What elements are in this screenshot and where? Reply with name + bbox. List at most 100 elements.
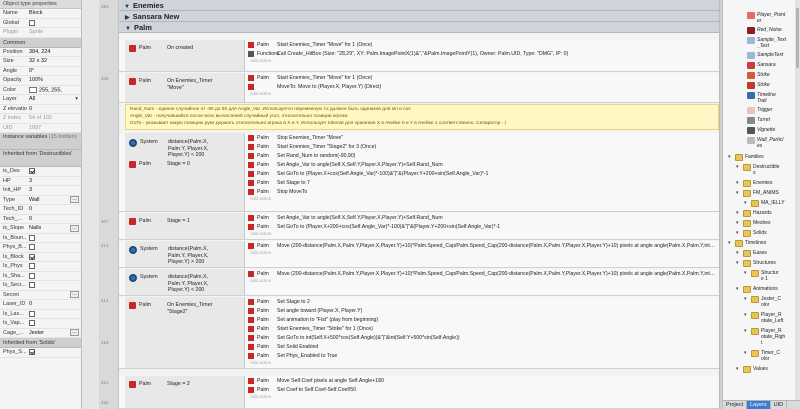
action[interactable]: Palm Set Coef to Self.Coef-Self.Coef/50 bbox=[247, 385, 715, 394]
add-action-link[interactable]: Add action bbox=[247, 250, 715, 258]
condition[interactable]: Palm Stage = 0 bbox=[125, 158, 190, 172]
property-row[interactable]: is_Des bbox=[0, 167, 81, 177]
actions[interactable]: Palm Move (200-distance(Palm.X,Palm.Y,Pla… bbox=[247, 241, 715, 258]
action[interactable]: Palm Set angle toward (Player.X, Player.Y… bbox=[247, 306, 715, 315]
property-row[interactable]: Is_Phys bbox=[0, 262, 81, 272]
conditions[interactable]: Palm Stage = 1 bbox=[125, 213, 245, 239]
property-value[interactable] bbox=[27, 263, 81, 270]
project-item[interactable]: Sansara bbox=[747, 62, 776, 69]
folder-toggle-icon[interactable]: ▾ bbox=[736, 164, 739, 170]
action[interactable]: Palm Start Enemies_Timer "Move" for 1 (On… bbox=[247, 40, 715, 49]
checkbox[interactable] bbox=[29, 272, 35, 279]
folder-toggle-icon[interactable]: ▾ bbox=[736, 366, 739, 372]
checkbox[interactable] bbox=[29, 349, 35, 356]
property-row[interactable]: Laser_ID 0 bbox=[0, 300, 81, 310]
property-value[interactable]: 255, 255, bbox=[27, 86, 81, 93]
property-row[interactable]: Secret… bbox=[0, 291, 81, 300]
project-folder[interactable]: ▾ MA_IELLY bbox=[744, 200, 785, 207]
condition[interactable]: System distance(Palm.X, Palm.Y, Player.X,… bbox=[125, 136, 218, 158]
project-folder[interactable]: ▾ Jester_C olor bbox=[744, 296, 781, 308]
project-item[interactable]: Turret bbox=[747, 117, 770, 124]
property-value[interactable]: 384, 224 bbox=[27, 49, 81, 55]
project-item[interactable]: Timeline Trail bbox=[747, 92, 776, 104]
action[interactable]: Palm Set Phys_Enabled to True bbox=[247, 351, 715, 360]
property-row[interactable]: Z elevation0 bbox=[0, 105, 81, 114]
property-row[interactable]: Type Wall… bbox=[0, 196, 81, 205]
property-row[interactable]: Color 255, 255, bbox=[0, 86, 81, 95]
scrollbar-thumb[interactable] bbox=[796, 8, 799, 68]
property-row[interactable]: Is_Vap... bbox=[0, 319, 81, 329]
add-action-link[interactable]: Add action bbox=[247, 360, 715, 368]
group-enemies[interactable]: ▼ Enemies bbox=[119, 0, 719, 11]
property-value[interactable]: 0 bbox=[27, 301, 81, 307]
project-folder[interactable]: ▾ Hazards bbox=[736, 210, 772, 217]
event-block[interactable]: System distance(Palm.X, Palm.Y, Player.X,… bbox=[119, 241, 719, 268]
conditions[interactable]: Palm On Enemies_Timer "Move" bbox=[125, 73, 245, 102]
condition[interactable]: System distance(Palm.X, Palm.Y, Player.X,… bbox=[125, 271, 218, 293]
property-value[interactable] bbox=[27, 244, 81, 251]
action[interactable]: Palm Set GoTo to (Player.X+200+cos(Self.A… bbox=[247, 222, 715, 231]
project-item[interactable]: Wall_Particl es bbox=[747, 137, 783, 149]
action[interactable]: Palm Stop Enemies_Timer "Move" bbox=[247, 133, 715, 142]
property-value[interactable]: 0 bbox=[27, 206, 81, 212]
property-row[interactable]: Phys_S... bbox=[0, 348, 81, 358]
scrollbar[interactable] bbox=[795, 0, 800, 400]
folder-toggle-icon[interactable]: ▾ bbox=[736, 286, 739, 292]
property-row[interactable]: Init_HP 3 bbox=[0, 186, 81, 196]
property-row[interactable]: is_Slope Nails… bbox=[0, 224, 81, 234]
project-folder[interactable]: ▾ Player_R otate_Righ t bbox=[744, 328, 785, 346]
folder-toggle-icon[interactable]: ▾ bbox=[736, 190, 739, 196]
property-value[interactable]: Nails bbox=[27, 225, 70, 231]
actions[interactable]: Palm Move Self.Coef pixels at angle Self.… bbox=[247, 376, 715, 402]
add-action-link[interactable]: Add action bbox=[247, 278, 715, 286]
checkbox[interactable] bbox=[29, 253, 35, 260]
panel-tab-layers[interactable]: Layers bbox=[747, 401, 771, 409]
event-sheet[interactable]: ▼ Enemies ▶ Sansara New ▼ Palm Palm On creat… bbox=[119, 0, 719, 409]
action[interactable]: Palm Set GoTo to (Player.X+cos(Self.Angle… bbox=[247, 169, 715, 178]
action[interactable]: Palm Stop MoveTo bbox=[247, 187, 715, 196]
browse-button[interactable]: … bbox=[70, 196, 79, 204]
collapse-triangle-icon[interactable]: ▼ bbox=[124, 4, 130, 10]
property-value[interactable]: 32 x 32 bbox=[27, 58, 81, 64]
browse-button[interactable]: … bbox=[70, 329, 79, 337]
property-row[interactable]: Is_Secr... bbox=[0, 281, 81, 291]
action[interactable]: Palm Set GoTo to int(Self.X+500*cos(Self.… bbox=[247, 333, 715, 342]
property-row[interactable]: Phys_B... bbox=[0, 243, 81, 253]
project-folder[interactable]: ▾ Timer_C olor bbox=[744, 350, 780, 362]
property-row[interactable]: Position 384, 224 bbox=[0, 48, 81, 57]
actions[interactable]: Palm Stop Enemies_Timer "Move" Palm Start E… bbox=[247, 133, 715, 204]
action[interactable]: Palm Start Enemies_Timer "Stage2" for 3 (… bbox=[247, 142, 715, 151]
event-block[interactable]: Palm On Enemies_Timer "Move" Palm Start Ene… bbox=[119, 73, 719, 103]
condition[interactable]: Palm On Enemies_Timer "Move" bbox=[125, 75, 212, 91]
checkbox[interactable] bbox=[29, 310, 35, 317]
property-row[interactable]: Is_Block bbox=[0, 253, 81, 262]
add-action-link[interactable]: Add action bbox=[247, 196, 715, 204]
folder-toggle-icon[interactable]: ▾ bbox=[736, 260, 739, 266]
event-block[interactable]: System distance(Palm.X, Palm.Y, Player.X,… bbox=[119, 133, 719, 212]
folder-toggle-icon[interactable]: ▾ bbox=[744, 270, 747, 276]
property-value[interactable]: Sprite bbox=[27, 29, 81, 35]
checkbox[interactable] bbox=[29, 234, 35, 241]
condition[interactable]: Palm On created bbox=[125, 42, 193, 56]
event-block[interactable]: Palm On created Palm Start Enemies_Timer "M… bbox=[119, 40, 719, 72]
conditions[interactable]: Palm Stage = 2 bbox=[125, 376, 245, 408]
property-value[interactable] bbox=[27, 349, 81, 356]
action[interactable]: Palm Set animation to "Fist" (play from b… bbox=[247, 315, 715, 324]
property-value[interactable]: 3 bbox=[27, 187, 81, 193]
event-block[interactable]: System distance(Palm.X, Palm.Y, Player.X,… bbox=[119, 269, 719, 296]
property-value[interactable] bbox=[27, 310, 81, 317]
property-value[interactable] bbox=[27, 253, 81, 260]
conditions[interactable]: Palm On Enemies_Timer "Stage2" bbox=[125, 297, 245, 368]
property-value[interactable]: 0 bbox=[27, 216, 81, 222]
property-value[interactable] bbox=[27, 282, 81, 289]
property-row[interactable]: HP 3 bbox=[0, 177, 81, 186]
action[interactable]: Palm Set Stage to 2 bbox=[247, 297, 715, 306]
project-folder[interactable]: ▾ Solids bbox=[736, 230, 767, 237]
add-action-link[interactable]: Add action bbox=[247, 231, 715, 239]
property-row[interactable]: Size 32 x 32 bbox=[0, 57, 81, 67]
panel-tab-project[interactable]: Project bbox=[723, 401, 748, 409]
property-value[interactable] bbox=[27, 19, 81, 26]
conditions[interactable]: System distance(Palm.X, Palm.Y, Player.X,… bbox=[125, 133, 245, 211]
folder-toggle-icon[interactable]: ▾ bbox=[728, 240, 731, 246]
property-row[interactable]: Is_Las... bbox=[0, 310, 81, 319]
